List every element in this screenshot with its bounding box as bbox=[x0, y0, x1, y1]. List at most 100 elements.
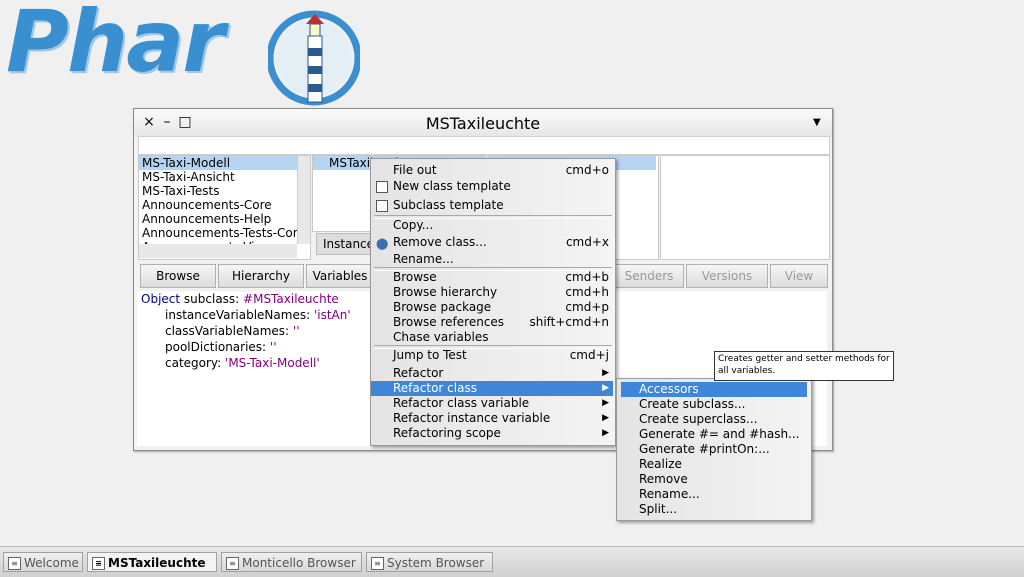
menu-item-shortcut: cmd+j bbox=[569, 348, 609, 362]
submenu-arrow-icon: ▶ bbox=[602, 383, 609, 393]
menu-item-label: Chase variables bbox=[393, 330, 489, 344]
submenu-item-label: Create subclass... bbox=[639, 397, 746, 411]
menu-item-chase-variables[interactable]: Chase variables bbox=[371, 330, 613, 345]
menu-item-refactoring-scope[interactable]: Refactoring scope ▶ bbox=[371, 426, 613, 441]
submenu-arrow-icon: ▶ bbox=[602, 398, 609, 408]
package-scrollbar[interactable] bbox=[297, 156, 310, 244]
package-item[interactable]: MS-Taxi-Tests bbox=[139, 184, 297, 198]
method-list[interactable] bbox=[660, 155, 830, 260]
submenu-item-generate-printon[interactable]: Generate #printOn:... bbox=[621, 442, 807, 457]
menu-item-browse-references[interactable]: Browse references shift+cmd+n bbox=[371, 315, 613, 330]
submenu-item-label: Generate #= and #hash... bbox=[639, 427, 800, 441]
package-item[interactable]: Announcements-Help bbox=[139, 212, 297, 226]
menu-item-copy[interactable]: Copy... bbox=[371, 218, 613, 233]
submenu-item-split[interactable]: Split... bbox=[621, 502, 807, 517]
submenu-item-create-subclass[interactable]: Create subclass... bbox=[621, 397, 807, 412]
menu-item-remove-class[interactable]: ⬤ Remove class... cmd+x bbox=[371, 235, 613, 250]
submenu-arrow-icon: ▶ bbox=[602, 428, 609, 438]
menu-item-browse-hierarchy[interactable]: Browse hierarchy cmd+h bbox=[371, 285, 613, 300]
template-icon bbox=[376, 181, 388, 193]
menu-item-subclass-template[interactable]: Subclass template bbox=[371, 198, 613, 213]
menu-item-refactor-class[interactable]: Refactor class ▶ bbox=[371, 381, 613, 396]
menu-item-label: Refactor class bbox=[393, 381, 477, 395]
package-hscrollbar[interactable] bbox=[139, 244, 297, 258]
submenu-item-label: Accessors bbox=[639, 382, 699, 396]
taskbar-item-label: System Browser bbox=[387, 556, 485, 570]
menu-item-jump-to-test[interactable]: Jump to Test cmd+j bbox=[371, 348, 613, 363]
template-icon bbox=[376, 200, 388, 212]
view-button[interactable]: View bbox=[770, 264, 828, 288]
package-item[interactable]: MS-Taxi-Modell bbox=[139, 156, 297, 170]
refactor-class-submenu: Accessors Create subclass... Create superc… bbox=[616, 378, 812, 521]
taskbar-item-welcome[interactable]: ≡ Welcome bbox=[3, 552, 83, 572]
browse-button[interactable]: Browse bbox=[140, 264, 216, 288]
menu-item-rename[interactable]: Rename... bbox=[371, 252, 613, 267]
accessors-tooltip: Creates getter and setter methods for al… bbox=[714, 351, 894, 381]
menu-item-label: Refactor bbox=[393, 366, 444, 380]
package-item[interactable]: Announcements-Tests-Core bbox=[139, 226, 305, 240]
submenu-item-label: Create superclass... bbox=[639, 412, 758, 426]
taskbar-item-mstaxileuchte[interactable]: ≡ MSTaxileuchte bbox=[87, 552, 217, 572]
menu-item-label: Browse package bbox=[393, 300, 492, 314]
submenu-item-label: Split... bbox=[639, 502, 678, 516]
filter-input[interactable] bbox=[138, 136, 830, 155]
submenu-item-rename[interactable]: Rename... bbox=[621, 487, 807, 502]
taskbar-item-monticello-browser[interactable]: ≡ Monticello Browser bbox=[221, 552, 362, 572]
menu-item-refactor-class-variable[interactable]: Refactor class variable ▶ bbox=[371, 396, 613, 411]
menu-item-label: New class template bbox=[393, 179, 511, 193]
window-icon: ≡ bbox=[8, 557, 21, 570]
submenu-item-remove[interactable]: Remove bbox=[621, 472, 807, 487]
hierarchy-button[interactable]: Hierarchy bbox=[218, 264, 304, 288]
window-menu-icon[interactable]: ▼ bbox=[813, 117, 821, 128]
menu-item-label: Subclass template bbox=[393, 198, 504, 212]
submenu-item-label: Rename... bbox=[639, 487, 700, 501]
submenu-item-generate-and-hash[interactable]: Generate #= and #hash... bbox=[621, 427, 807, 442]
menu-item-refactor-instance-variable[interactable]: Refactor instance variable ▶ bbox=[371, 411, 613, 426]
window-title: MSTaxileuchte bbox=[425, 114, 541, 133]
menu-item-label: Remove class... bbox=[393, 235, 487, 249]
menu-item-label: Browse hierarchy bbox=[393, 285, 498, 299]
taskbar-item-system-browser[interactable]: ≡ System Browser bbox=[366, 552, 493, 572]
menu-item-shortcut: cmd+p bbox=[565, 300, 609, 314]
menu-item-shortcut: cmd+o bbox=[565, 163, 609, 177]
submenu-item-accessors[interactable]: Accessors bbox=[621, 382, 807, 397]
menu-item-browse[interactable]: Browse cmd+b bbox=[371, 270, 613, 285]
package-item[interactable]: Announcements-Core bbox=[139, 198, 297, 212]
window-titlebar[interactable]: × – □ MSTaxileuchte ▼ bbox=[134, 109, 832, 137]
menu-item-label: Copy... bbox=[393, 218, 434, 232]
taskbar-item-label: Monticello Browser bbox=[242, 556, 356, 570]
versions-button[interactable]: Versions bbox=[686, 264, 768, 288]
taskbar: ≡ Welcome ≡ MSTaxileuchte ≡ Monticello Browse… bbox=[0, 546, 1024, 577]
submenu-arrow-icon: ▶ bbox=[602, 413, 609, 423]
package-list[interactable]: MS-Taxi-Modell MS-Taxi-Ansicht MS-Taxi-Tes… bbox=[138, 155, 311, 260]
pharo-logo-text: Phar bbox=[6, 0, 225, 92]
submenu-item-create-superclass[interactable]: Create superclass... bbox=[621, 412, 807, 427]
package-item[interactable]: MS-Taxi-Ansicht bbox=[139, 170, 297, 184]
submenu-item-label: Generate #printOn:... bbox=[639, 442, 770, 456]
menu-item-label: Refactoring scope bbox=[393, 426, 501, 440]
submenu-item-label: Realize bbox=[639, 457, 682, 471]
menu-item-label: File out bbox=[393, 163, 437, 177]
menu-item-new-class-template[interactable]: New class template bbox=[371, 179, 613, 194]
submenu-arrow-icon: ▶ bbox=[602, 368, 609, 378]
menu-item-label: Browse references bbox=[393, 315, 505, 329]
submenu-item-realize[interactable]: Realize bbox=[621, 457, 807, 472]
pharo-lighthouse-logo-icon bbox=[266, 6, 362, 106]
menu-item-shortcut: cmd+b bbox=[565, 270, 609, 284]
menu-item-refactor[interactable]: Refactor ▶ bbox=[371, 366, 613, 381]
class-context-menu: File out cmd+o New class template Subclass … bbox=[370, 158, 616, 446]
taskbar-item-label: MSTaxileuchte bbox=[108, 556, 206, 570]
menu-item-shortcut: cmd+x bbox=[565, 235, 609, 249]
senders-button[interactable]: Senders bbox=[614, 264, 684, 288]
menu-item-label: Rename... bbox=[393, 252, 454, 266]
variables-button[interactable]: Variables bbox=[306, 264, 374, 288]
menu-item-file-out[interactable]: File out cmd+o bbox=[371, 163, 613, 178]
menu-item-label: Browse bbox=[393, 270, 437, 284]
menu-item-label: Refactor instance variable bbox=[393, 411, 551, 425]
taskbar-item-label: Welcome bbox=[24, 556, 79, 570]
menu-item-label: Refactor class variable bbox=[393, 396, 530, 410]
remove-icon: ⬤ bbox=[376, 237, 389, 250]
menu-item-shortcut: cmd+h bbox=[565, 285, 609, 299]
window-icon: ≡ bbox=[226, 557, 239, 570]
menu-item-browse-package[interactable]: Browse package cmd+p bbox=[371, 300, 613, 315]
